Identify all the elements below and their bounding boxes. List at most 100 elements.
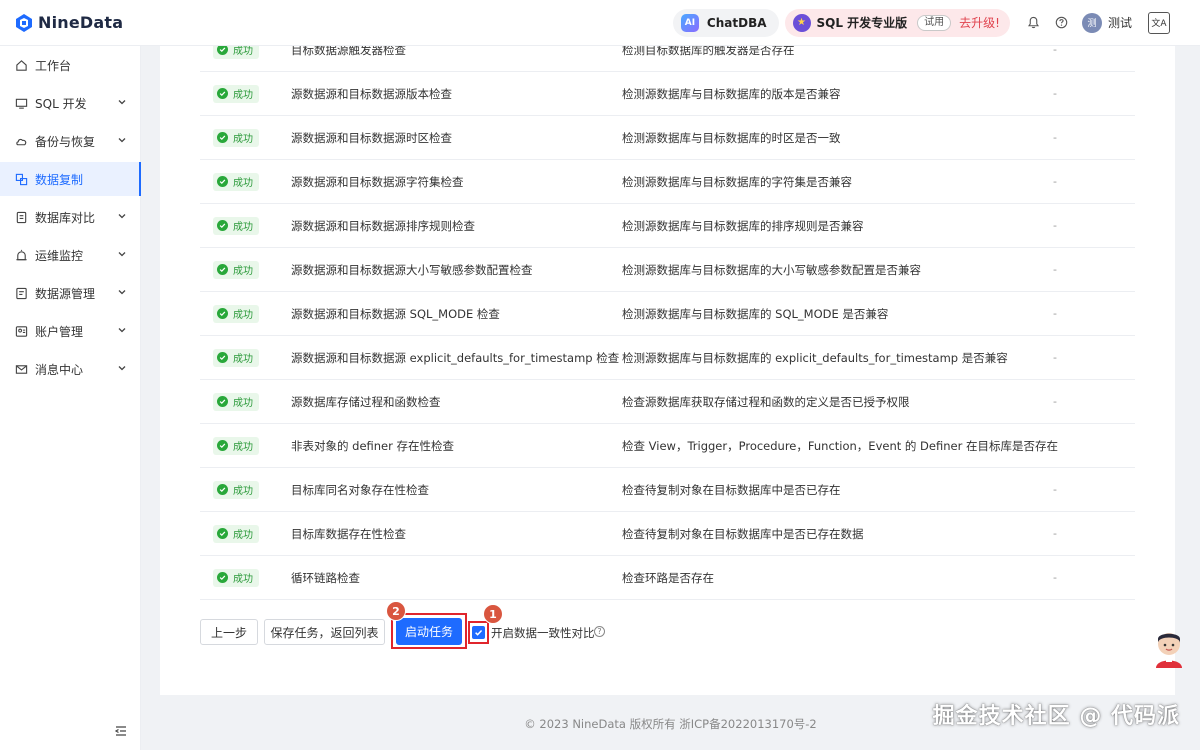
check-description: 检查源数据库获取存储过程和函数的定义是否已授予权限 (622, 394, 910, 409)
status-text: 成功 (233, 90, 253, 101)
help-circle-icon[interactable] (1048, 9, 1076, 37)
status-text: 成功 (233, 442, 253, 453)
sidebar-item-db-compare[interactable]: 数据库对比 (0, 200, 141, 234)
sidebar-item-label: 工作台 (35, 58, 72, 73)
table-row: 成功 目标库同名对象存在性检查 检查待复制对象在目标数据库中是否已存在 - (200, 468, 1135, 512)
cloud-icon (14, 134, 28, 148)
check-description: 检查 View，Trigger，Procedure，Function，Event… (622, 438, 1058, 453)
success-icon (217, 484, 228, 495)
chatdba-button[interactable]: AI ChatDBA (672, 8, 779, 37)
table-row: 成功 源数据源和目标数据源时区检查 检测源数据库与目标数据库的时区是否一致 - (200, 116, 1135, 160)
status-text: 成功 (233, 266, 253, 277)
check-extra: - (1053, 527, 1057, 540)
start-task-button[interactable]: 启动任务 (396, 618, 462, 645)
app-logo[interactable]: NineData (14, 13, 123, 33)
success-icon (217, 176, 228, 187)
chevron-down-icon (118, 214, 126, 219)
sidebar-item-label: 账户管理 (35, 324, 84, 339)
replicate-icon (14, 172, 28, 186)
table-row: 成功 非表对象的 definer 存在性检查 检查 View，Trigger，Pro… (200, 424, 1135, 468)
check-name: 目标库同名对象存在性检查 (291, 482, 429, 497)
precheck-results-card: 成功 目标数据源触发器检查 检测目标数据库的触发器是否存在 - 成功 源数据源和目标数据源… (160, 40, 1175, 695)
consistency-label[interactable]: 开启数据一致性对比 (491, 625, 595, 641)
language-switch-icon[interactable]: 文A (1148, 11, 1170, 34)
table-row: 成功 源数据源和目标数据源字符集检查 检测源数据库与目标数据库的字符集是否兼容 - (200, 160, 1135, 204)
status-badge: 成功 (213, 348, 259, 367)
prev-step-button[interactable]: 上一步 (200, 619, 258, 645)
check-icon (475, 630, 483, 636)
status-text: 成功 (233, 398, 253, 409)
sidebar-item-workbench[interactable]: 工作台 (0, 48, 141, 82)
consistency-checkbox[interactable] (472, 626, 485, 639)
chatdba-label: ChatDBA (706, 15, 767, 30)
success-icon (217, 352, 228, 363)
check-extra: - (1053, 219, 1057, 232)
table-row: 成功 源数据库存储过程和函数检查 检查源数据库获取存储过程和函数的定义是否已授予权限… (200, 380, 1135, 424)
sidebar-item-label: 消息中心 (35, 362, 84, 377)
support-assistant-icon[interactable] (1152, 630, 1186, 668)
status-text: 成功 (233, 486, 253, 497)
status-badge: 成功 (213, 172, 259, 191)
sql-pro-banner[interactable]: ★ SQL 开发专业版 试用 去升级! (784, 8, 1010, 37)
status-badge: 成功 (213, 480, 259, 499)
sidebar-item-data-replication[interactable]: 数据复制 (0, 162, 141, 196)
annotation-marker: 1 (483, 604, 503, 624)
sidebar-item-datasource[interactable]: 数据源管理 (0, 276, 141, 310)
sidebar-item-account[interactable]: 账户管理 (0, 314, 141, 348)
chevron-down-icon (118, 252, 126, 257)
check-name: 源数据源和目标数据源 explicit_defaults_for_timesta… (291, 350, 620, 365)
sidebar-item-sql-dev[interactable]: SQL 开发 (0, 86, 141, 120)
sidebar-item-label: 数据复制 (35, 172, 84, 187)
sidebar-item-label: 备份与恢复 (35, 134, 96, 149)
sidebar-item-label: 运维监控 (35, 248, 84, 263)
success-icon (217, 528, 228, 539)
check-description: 检查待复制对象在目标数据库中是否已存在数据 (622, 526, 864, 541)
table-row: 成功 循环链路检查 检查环路是否存在 - (200, 556, 1135, 600)
table-row: 成功 源数据源和目标数据源 explicit_defaults_for_times… (200, 336, 1135, 380)
chevron-down-icon (118, 138, 126, 143)
collapse-sidebar-icon[interactable] (114, 724, 128, 738)
sidebar: 工作台 SQL 开发 备份与恢复 数据复制 数据库对比 运维监控 数据源管理 账… (0, 46, 141, 750)
check-extra: - (1053, 87, 1057, 100)
check-extra: - (1053, 307, 1057, 320)
mail-icon (14, 362, 28, 376)
sidebar-item-ops-monitor[interactable]: 运维监控 (0, 238, 141, 272)
check-name: 源数据库存储过程和函数检查 (291, 394, 441, 409)
status-badge: 成功 (213, 128, 259, 147)
notification-bell-icon[interactable] (1020, 9, 1048, 37)
annotation-marker: 2 (386, 601, 406, 621)
sidebar-item-backup[interactable]: 备份与恢复 (0, 124, 141, 158)
success-icon (217, 132, 228, 143)
monitor-icon (14, 96, 28, 110)
save-return-button[interactable]: 保存任务，返回列表 (264, 619, 385, 645)
alarm-icon (14, 248, 28, 262)
user-name: 测试 (1107, 16, 1132, 30)
success-icon (217, 220, 228, 231)
check-description: 检测源数据库与目标数据库的字符集是否兼容 (622, 174, 852, 189)
help-icon[interactable]: ? (594, 626, 605, 637)
check-name: 循环链路检查 (291, 570, 360, 585)
check-name: 源数据源和目标数据源字符集检查 (291, 174, 464, 189)
check-description: 检测源数据库与目标数据库的 explicit_defaults_for_time… (622, 350, 1008, 365)
table-row: 成功 源数据源和目标数据源版本检查 检测源数据库与目标数据库的版本是否兼容 - (200, 72, 1135, 116)
success-icon (217, 572, 228, 583)
check-name: 源数据源和目标数据源大小写敏感参数配置检查 (291, 262, 533, 277)
check-extra: - (1053, 131, 1057, 144)
status-text: 成功 (233, 354, 253, 365)
upgrade-link[interactable]: 去升级! (959, 14, 1000, 31)
check-description: 检测源数据库与目标数据库的版本是否兼容 (622, 86, 841, 101)
status-text: 成功 (233, 134, 253, 145)
chevron-down-icon (118, 328, 126, 333)
check-name: 目标库数据存在性检查 (291, 526, 406, 541)
check-extra: - (1053, 263, 1057, 276)
status-badge: 成功 (213, 304, 259, 323)
check-description: 检查待复制对象在目标数据库中是否已存在 (622, 482, 841, 497)
user-menu[interactable]: 测 测试 (1081, 12, 1148, 33)
check-extra: - (1053, 175, 1057, 188)
status-badge: 成功 (213, 524, 259, 543)
sidebar-item-label: SQL 开发 (35, 96, 87, 111)
sidebar-item-messages[interactable]: 消息中心 (0, 352, 141, 386)
chevron-down-icon (118, 290, 126, 295)
watermark: 掘金技术社区 @ 代码派 (932, 704, 1180, 729)
status-badge: 成功 (213, 216, 259, 235)
